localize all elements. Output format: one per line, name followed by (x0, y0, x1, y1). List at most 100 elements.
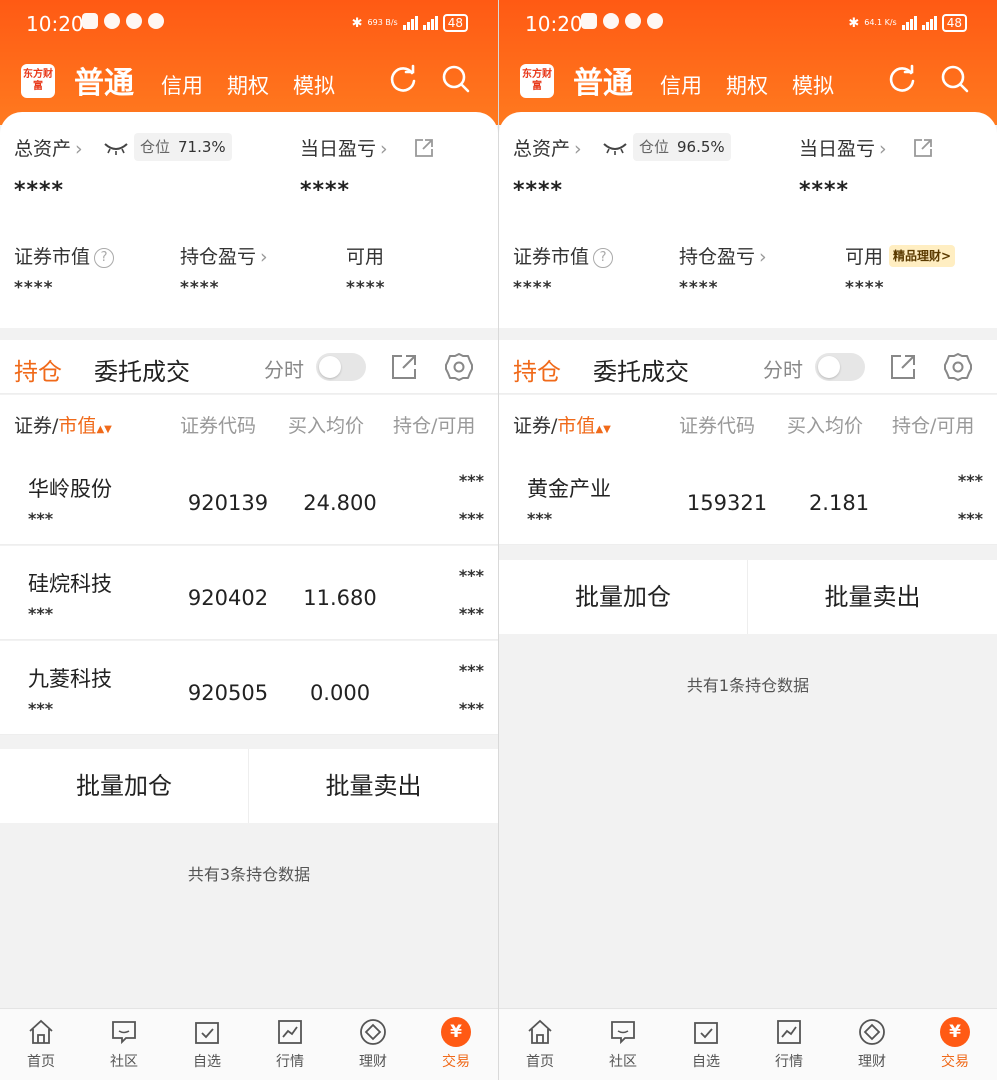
nav-community[interactable]: 社区 (94, 1017, 154, 1071)
network-speed: 693 B/s (367, 18, 398, 27)
batch-sell-button[interactable]: 批量卖出 (748, 560, 997, 634)
settings-gear-icon[interactable] (444, 352, 474, 382)
chart-icon (777, 1020, 801, 1044)
status-notification-icons (581, 13, 663, 29)
holding-pnl-label[interactable]: 持仓盈亏 › (180, 242, 268, 269)
top-nav: 东方财富 普通 信用 期权 模拟 (499, 52, 997, 108)
app-logo[interactable]: 东方财富 (520, 64, 554, 98)
daily-pnl-label[interactable]: 当日盈亏 › (799, 134, 887, 161)
tab-credit[interactable]: 信用 (660, 70, 702, 100)
export-icon[interactable] (389, 352, 419, 382)
table-row[interactable]: 硅烷科技 *** 920402 11.680 *** *** (0, 546, 498, 640)
status-bar: 10:20 ✱ 64.1 K/s 48 (499, 0, 997, 48)
left-screen: 10:20 ✱ 693 B/s 48 东方财富 普通 信用 期权 模拟 总资产 … (0, 0, 498, 1080)
tab-normal[interactable]: 普通 (74, 58, 134, 102)
market-value: **** (513, 278, 553, 298)
nav-watchlist[interactable]: 自选 (177, 1017, 237, 1071)
nav-finance[interactable]: 理财 (343, 1017, 403, 1071)
share-icon[interactable] (913, 138, 933, 158)
status-bar: 10:20 ✱ 693 B/s 48 (0, 0, 498, 48)
fenshi-toggle[interactable] (815, 353, 865, 381)
holding-pnl-label[interactable]: 持仓盈亏 › (679, 242, 767, 269)
nav-home[interactable]: 首页 (11, 1017, 71, 1071)
tab-orders[interactable]: 委托成交 (94, 352, 190, 387)
help-icon[interactable]: ? (94, 248, 115, 268)
share-icon[interactable] (414, 138, 434, 158)
daily-pnl-label[interactable]: 当日盈亏 › (300, 134, 388, 161)
holding-pnl-value: **** (180, 278, 220, 298)
row-market-value: *** (527, 509, 553, 528)
sort-icon: ▲▼ (96, 424, 112, 435)
available-value: **** (346, 278, 386, 298)
nav-home[interactable]: 首页 (510, 1017, 570, 1071)
available-label: 可用 精品理财> (845, 242, 956, 269)
header: 10:20 ✱ 64.1 K/s 48 东方财富 普通 信用 期权 模拟 (499, 0, 997, 125)
yuan-icon: ¥ (940, 1017, 970, 1047)
nav-market[interactable]: 行情 (759, 1017, 819, 1071)
fenshi-label: 分时 (763, 358, 803, 382)
settings-gear-icon[interactable] (943, 352, 973, 382)
refresh-icon[interactable] (388, 64, 418, 94)
help-icon[interactable]: ? (593, 248, 614, 268)
alarm-icon (148, 13, 164, 29)
search-icon[interactable] (940, 64, 970, 94)
hide-eye-icon[interactable] (104, 141, 128, 155)
row-name: 华岭股份 (28, 477, 112, 501)
nav-trade[interactable]: ¥ 交易 (925, 1017, 985, 1071)
row-available: *** (458, 604, 484, 623)
total-assets-label[interactable]: 总资产 › (513, 134, 582, 161)
home-icon (29, 1019, 53, 1044)
col-avg-price: 买入均价 (787, 415, 864, 437)
table-header: 证券/市值▲▼ 证券代码 买入均价 持仓/可用 (499, 395, 997, 451)
holding-pnl-value: **** (679, 278, 719, 298)
nav-trade[interactable]: ¥ 交易 (426, 1017, 486, 1071)
export-icon[interactable] (888, 352, 918, 382)
market-value-label: 证券市值? (14, 242, 115, 269)
row-holding: *** (957, 471, 983, 490)
tab-orders[interactable]: 委托成交 (593, 352, 689, 387)
nav-watchlist[interactable]: 自选 (676, 1017, 736, 1071)
batch-add-button[interactable]: 批量加仓 (0, 749, 249, 823)
home-icon (528, 1019, 552, 1044)
table-row[interactable]: 华岭股份 *** 920139 24.800 *** *** (0, 451, 498, 545)
market-value-label: 证券市值? (513, 242, 614, 269)
sort-icon: ▲▼ (595, 424, 611, 435)
tab-credit[interactable]: 信用 (161, 70, 203, 100)
nav-community[interactable]: 社区 (593, 1017, 653, 1071)
fenshi-toggle[interactable] (316, 353, 366, 381)
nav-finance[interactable]: 理财 (842, 1017, 902, 1071)
tab-normal[interactable]: 普通 (573, 58, 633, 102)
daily-pnl-value: **** (300, 178, 351, 203)
bottom-nav: 首页 社区 自选 行情 理财 ¥ 交易 (499, 1008, 997, 1080)
hide-eye-icon[interactable] (603, 141, 627, 155)
tab-holdings[interactable]: 持仓 (14, 352, 62, 400)
app-logo[interactable]: 东方财富 (21, 64, 55, 98)
asset-summary-card: 总资产 › 仓位 71.3% 当日盈亏 › **** **** 证券市值? 持仓盈亏 ›… (0, 112, 498, 328)
send-icon (603, 13, 619, 29)
search-icon[interactable] (441, 64, 471, 94)
finance-promo-badge[interactable]: 精品理财> (889, 245, 956, 267)
status-right-icons: ✱ 64.1 K/s 48 (848, 14, 967, 32)
tab-simulate[interactable]: 模拟 (792, 70, 834, 100)
refresh-icon[interactable] (887, 64, 917, 94)
battery-icon: 48 (941, 14, 967, 32)
alarm-icon (647, 13, 663, 29)
diamond-icon (360, 1019, 386, 1045)
batch-add-button[interactable]: 批量加仓 (499, 560, 748, 634)
nav-market[interactable]: 行情 (260, 1017, 320, 1071)
col-security-market-value[interactable]: 证券/市值▲▼ (14, 411, 112, 438)
col-security-market-value[interactable]: 证券/市值▲▼ (513, 411, 611, 438)
table-row[interactable]: 九菱科技 *** 920505 0.000 *** *** (0, 641, 498, 735)
batch-sell-button[interactable]: 批量卖出 (249, 749, 498, 823)
fenshi-label: 分时 (264, 358, 304, 382)
tab-options[interactable]: 期权 (726, 70, 768, 100)
tab-holdings[interactable]: 持仓 (513, 352, 561, 400)
row-name: 硅烷科技 (28, 572, 112, 596)
table-row[interactable]: 黄金产业 *** 159321 2.181 *** *** (499, 451, 997, 545)
row-available: *** (458, 699, 484, 718)
top-nav: 东方财富 普通 信用 期权 模拟 (0, 52, 498, 108)
row-price: 11.680 (303, 586, 377, 610)
tab-options[interactable]: 期权 (227, 70, 269, 100)
tab-simulate[interactable]: 模拟 (293, 70, 335, 100)
total-assets-label[interactable]: 总资产 › (14, 134, 83, 161)
